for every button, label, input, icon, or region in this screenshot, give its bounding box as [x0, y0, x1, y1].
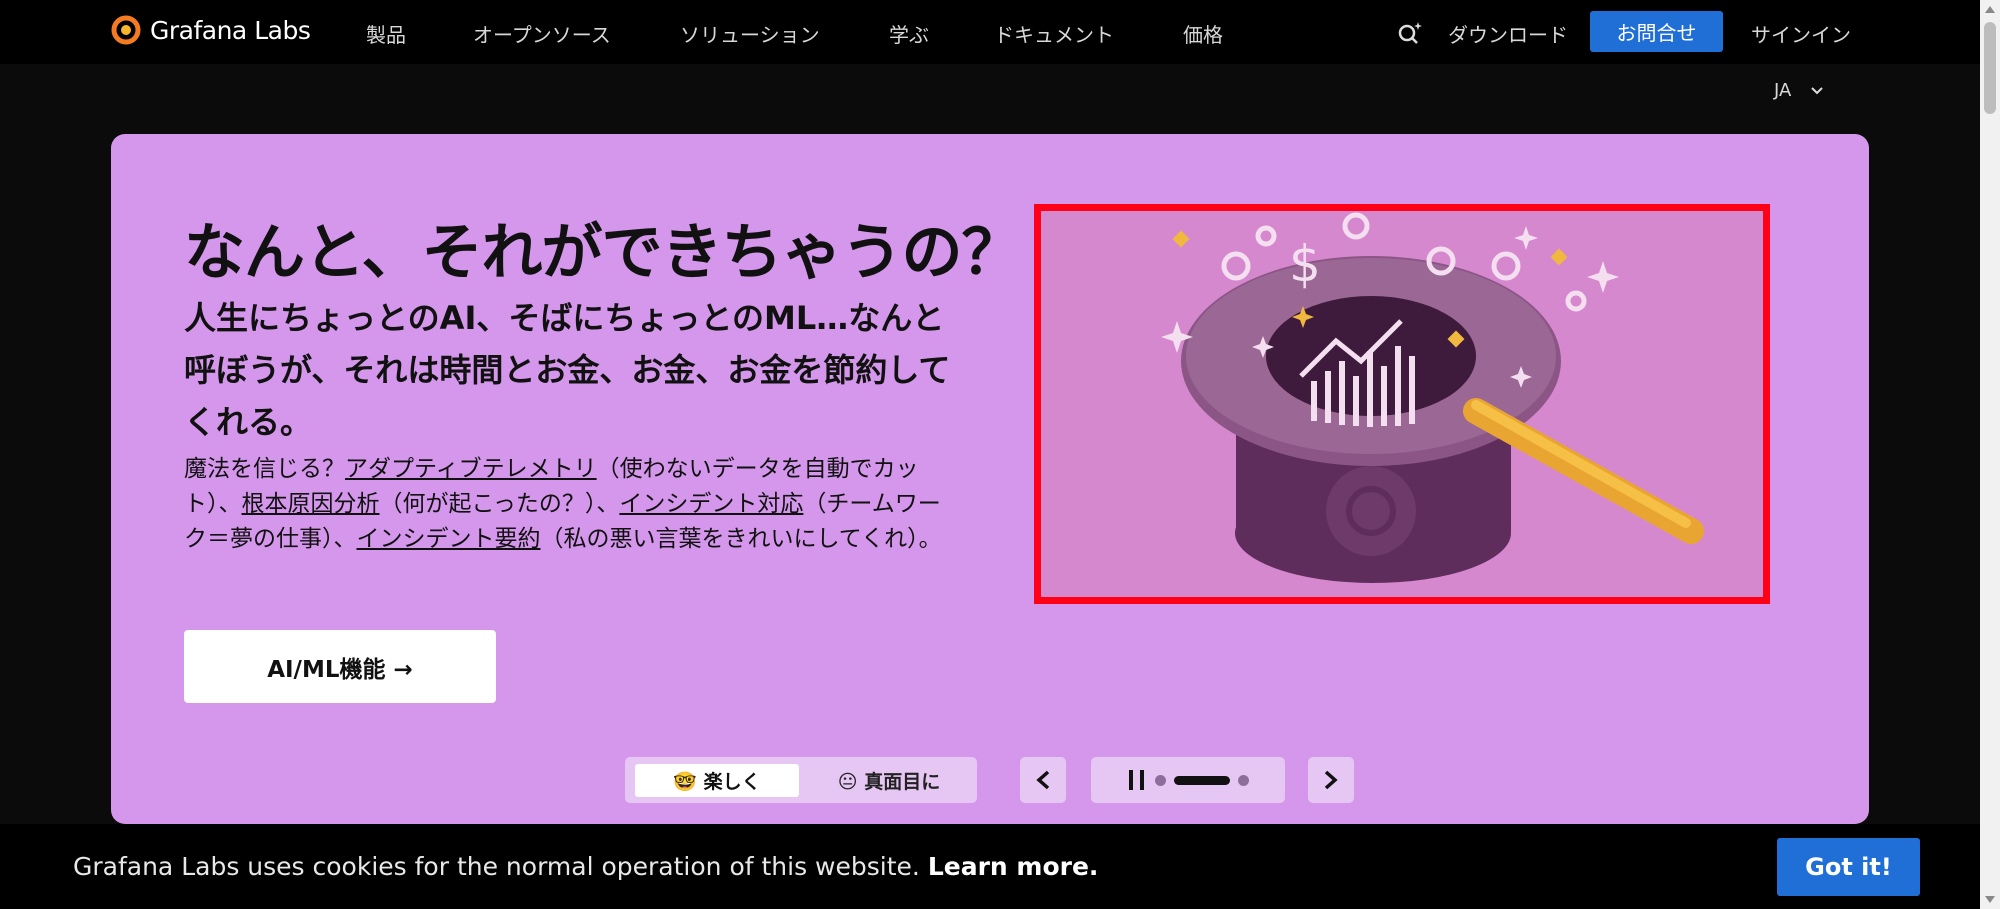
contact-button[interactable]: お問合せ — [1590, 11, 1723, 52]
hero-body: 魔法を信じる？アダプティブテレメトリ（使わないデータを自動でカット）、根本原因分… — [184, 452, 944, 557]
nav-docs[interactable]: ドキュメント — [994, 19, 1114, 48]
next-slide-button[interactable] — [1308, 757, 1354, 803]
link-adaptive-telemetry[interactable]: アダプティブテレメトリ — [345, 456, 597, 482]
svg-text:$: $ — [1289, 235, 1321, 293]
magic-hat-illustration: $ — [1161, 212, 1704, 583]
pause-icon[interactable] — [1127, 768, 1147, 792]
grafana-logo[interactable]: Grafana Labs — [110, 14, 311, 46]
accept-cookies-button[interactable]: Got it! — [1777, 838, 1920, 896]
body-text: （私の悪い言葉をきれいにしてくれ）。 — [540, 526, 942, 552]
ai-ml-features-button[interactable]: AI/ML機能 → — [184, 630, 496, 703]
scrollbar-thumb[interactable] — [1984, 22, 1996, 114]
top-navigation: Grafana Labs 製品 オープンソース ソリューション 学ぶ ドキュメン… — [0, 0, 1980, 64]
nav-solutions[interactable]: ソリューション — [680, 19, 820, 48]
cookie-message: Grafana Labs uses cookies for the normal… — [73, 852, 1098, 881]
slide-dot[interactable] — [1238, 774, 1249, 786]
link-root-cause-analysis[interactable]: 根本原因分析 — [242, 491, 380, 517]
body-text: （何が起こったの？）、 — [379, 491, 620, 517]
tone-fun-option[interactable]: 🤓 楽しく — [635, 764, 799, 797]
scroll-down-arrow[interactable] — [1985, 896, 1995, 903]
scrollbar[interactable] — [1980, 0, 2000, 909]
slide-progress — [1091, 757, 1285, 803]
nav-pricing[interactable]: 価格 — [1183, 19, 1223, 48]
link-incident-summary[interactable]: インシデント要約 — [357, 526, 541, 552]
cookie-banner: Grafana Labs uses cookies for the normal… — [0, 824, 1980, 909]
nav-download[interactable]: ダウンロード — [1448, 19, 1568, 48]
tone-toggle: 🤓 楽しく 😐 真面目に — [625, 757, 977, 803]
tone-serious-option[interactable]: 😐 真面目に — [809, 764, 969, 797]
hero-illustration: $ — [1034, 204, 1770, 604]
link-incident-response[interactable]: インシデント対応 — [619, 491, 803, 517]
nav-learn[interactable]: 学ぶ — [889, 19, 929, 48]
hero-card: なんと、それができちゃうの？ 人生にちょっとのAI、そばにちょっとのML…なんと… — [111, 134, 1869, 824]
search-icon[interactable] — [1397, 20, 1423, 46]
grafana-logo-icon — [111, 15, 141, 45]
chevron-right-icon — [1324, 770, 1338, 790]
slide-dot[interactable] — [1155, 774, 1166, 786]
learn-more-link[interactable]: Learn more. — [928, 852, 1099, 881]
slide-dot-active[interactable] — [1174, 775, 1230, 785]
hero-title: なんと、それができちゃうの？ — [184, 217, 1023, 288]
cookie-text: Grafana Labs uses cookies for the normal… — [73, 852, 920, 881]
nav-products[interactable]: 製品 — [366, 19, 406, 48]
language-label: JA — [1774, 80, 1792, 101]
chevron-down-icon — [1811, 86, 1824, 94]
nav-open-source[interactable]: オープンソース — [473, 19, 611, 48]
hero-subtitle: 人生にちょっとのAI、そばにちょっとのML…なんと呼ぼうが、それは時間とお金、お… — [184, 299, 951, 441]
brand-name: Grafana Labs — [150, 15, 311, 45]
language-selector[interactable]: JA — [1774, 80, 1824, 101]
chevron-left-icon — [1036, 770, 1050, 790]
previous-slide-button[interactable] — [1020, 757, 1066, 803]
nav-signin[interactable]: サインイン — [1751, 19, 1851, 48]
scroll-up-arrow[interactable] — [1985, 6, 1995, 13]
body-text: 魔法を信じる？ — [184, 456, 345, 482]
